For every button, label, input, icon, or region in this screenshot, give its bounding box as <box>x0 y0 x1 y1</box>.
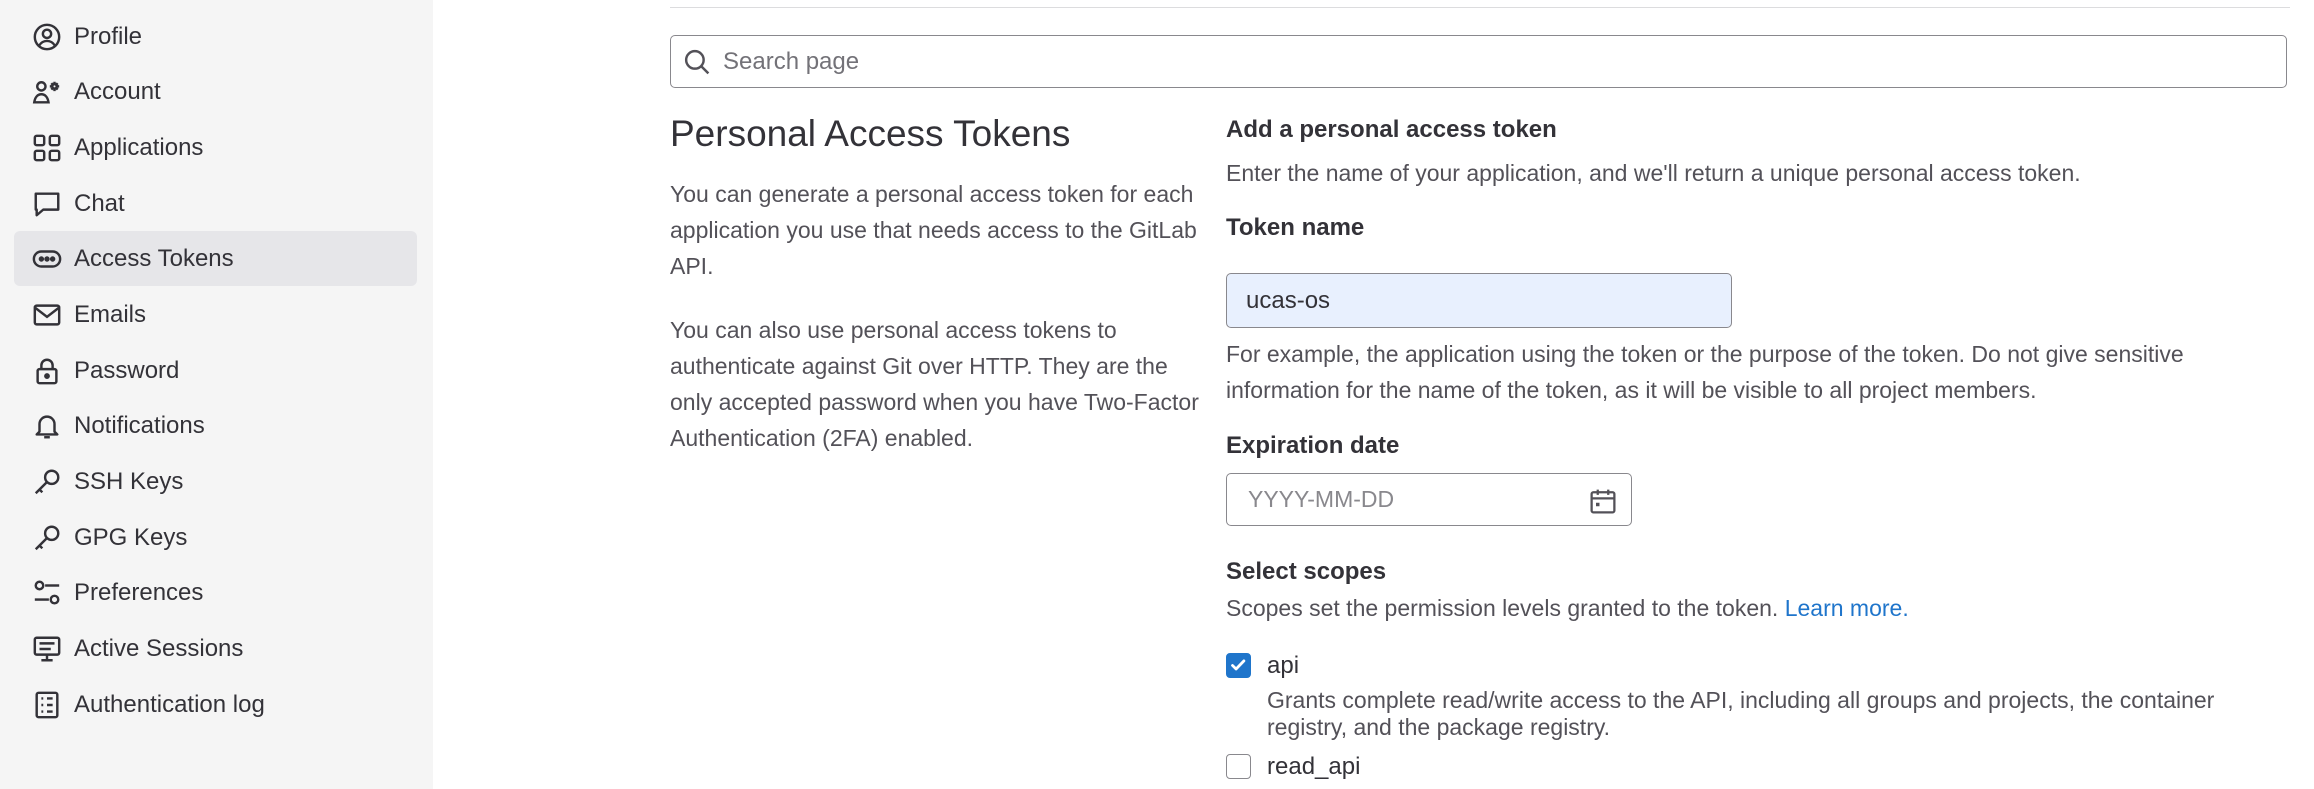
page-title: Personal Access Tokens <box>670 113 1071 154</box>
sidebar-item-label: Notifications <box>74 411 205 439</box>
sidebar-item-label: Access Tokens <box>74 244 234 272</box>
lock-icon <box>32 356 62 386</box>
sidebar-item-preferences[interactable]: Preferences <box>14 565 417 620</box>
scope-read-api-label: read_api <box>1267 753 1361 780</box>
token-form: Add a personal access token Enter the na… <box>1226 110 2286 242</box>
intro-paragraph-1: You can generate a personal access token… <box>670 181 1197 280</box>
sidebar-item-chat[interactable]: Chat <box>14 176 417 231</box>
preferences-icon <box>32 578 62 608</box>
sidebar-item-label: Password <box>74 356 180 384</box>
token-name-help: For example, the application using the t… <box>1226 341 2184 403</box>
bell-icon <box>32 411 62 441</box>
form-heading: Add a personal access token <box>1226 116 1557 143</box>
sidebar-item-access-tokens[interactable]: Access Tokens <box>14 231 417 286</box>
scope-api-label: api <box>1267 652 1300 679</box>
sidebar-item-label: Preferences <box>74 578 204 606</box>
sidebar-item-active-sessions[interactable]: Active Sessions <box>14 621 417 676</box>
mail-icon <box>32 300 62 330</box>
expiration-date-input[interactable] <box>1246 485 1570 514</box>
sidebar-item-label: Applications <box>74 133 204 161</box>
log-icon <box>32 690 62 720</box>
sidebar-item-authentication-log[interactable]: Authentication log <box>14 677 417 732</box>
chat-icon <box>32 189 62 219</box>
sidebar-item-ssh-keys[interactable]: SSH Keys <box>14 454 417 509</box>
scopes-help-line: Scopes set the permission levels granted… <box>1226 595 1909 622</box>
sidebar-item-label: Authentication log <box>74 690 265 718</box>
sidebar-item-profile[interactable]: Profile <box>14 9 417 64</box>
intro-section: Personal Access Tokens You can generate … <box>670 110 1200 456</box>
token-name-label: Token name <box>1226 214 1365 241</box>
sidebar-item-account[interactable]: Account <box>14 64 417 119</box>
sidebar-item-label: Emails <box>74 300 147 328</box>
applications-icon <box>32 133 62 163</box>
search-icon <box>683 48 711 76</box>
settings-sidebar: Profile Account Applications Chat Access… <box>0 0 433 789</box>
intro-paragraph-2: You can also use personal access tokens … <box>670 317 1199 452</box>
scope-api-description: Grants complete read/write access to the… <box>1267 687 2215 740</box>
expiration-date-field[interactable] <box>1226 473 1632 526</box>
sidebar-item-notifications[interactable]: Notifications <box>14 398 417 453</box>
sidebar-item-label: Profile <box>74 22 143 50</box>
scopes-help: Scopes set the permission levels granted… <box>1226 595 1779 621</box>
token-icon <box>32 244 62 274</box>
sidebar-item-gpg-keys[interactable]: GPG Keys <box>14 510 417 565</box>
sidebar-item-label: SSH Keys <box>74 467 184 495</box>
top-divider <box>670 7 2290 8</box>
sidebar-item-label: Account <box>74 77 161 105</box>
account-icon <box>32 77 62 107</box>
sidebar-item-emails[interactable]: Emails <box>14 287 417 342</box>
token-name-input[interactable] <box>1226 273 1732 328</box>
monitor-icon <box>32 634 62 664</box>
search-box[interactable] <box>670 35 2287 88</box>
scope-api-checkbox[interactable] <box>1226 653 1251 678</box>
key-icon <box>32 467 62 497</box>
scopes-label: Select scopes <box>1226 558 1387 585</box>
sidebar-item-password[interactable]: Password <box>14 343 417 398</box>
form-subheading: Enter the name of your application, and … <box>1226 160 2081 186</box>
sidebar-item-applications[interactable]: Applications <box>14 120 417 175</box>
sidebar-item-label: GPG Keys <box>74 523 188 551</box>
search-input[interactable] <box>721 46 2225 77</box>
check-icon <box>1231 659 1246 671</box>
scope-read-api-checkbox[interactable] <box>1226 754 1251 779</box>
key-icon <box>32 523 62 553</box>
profile-icon <box>32 22 62 52</box>
learn-more-link[interactable]: Learn more. <box>1785 595 1909 621</box>
sidebar-item-label: Chat <box>74 189 125 217</box>
sidebar-item-label: Active Sessions <box>74 634 244 662</box>
calendar-icon[interactable] <box>1589 487 1617 515</box>
expiration-label: Expiration date <box>1226 432 1400 459</box>
